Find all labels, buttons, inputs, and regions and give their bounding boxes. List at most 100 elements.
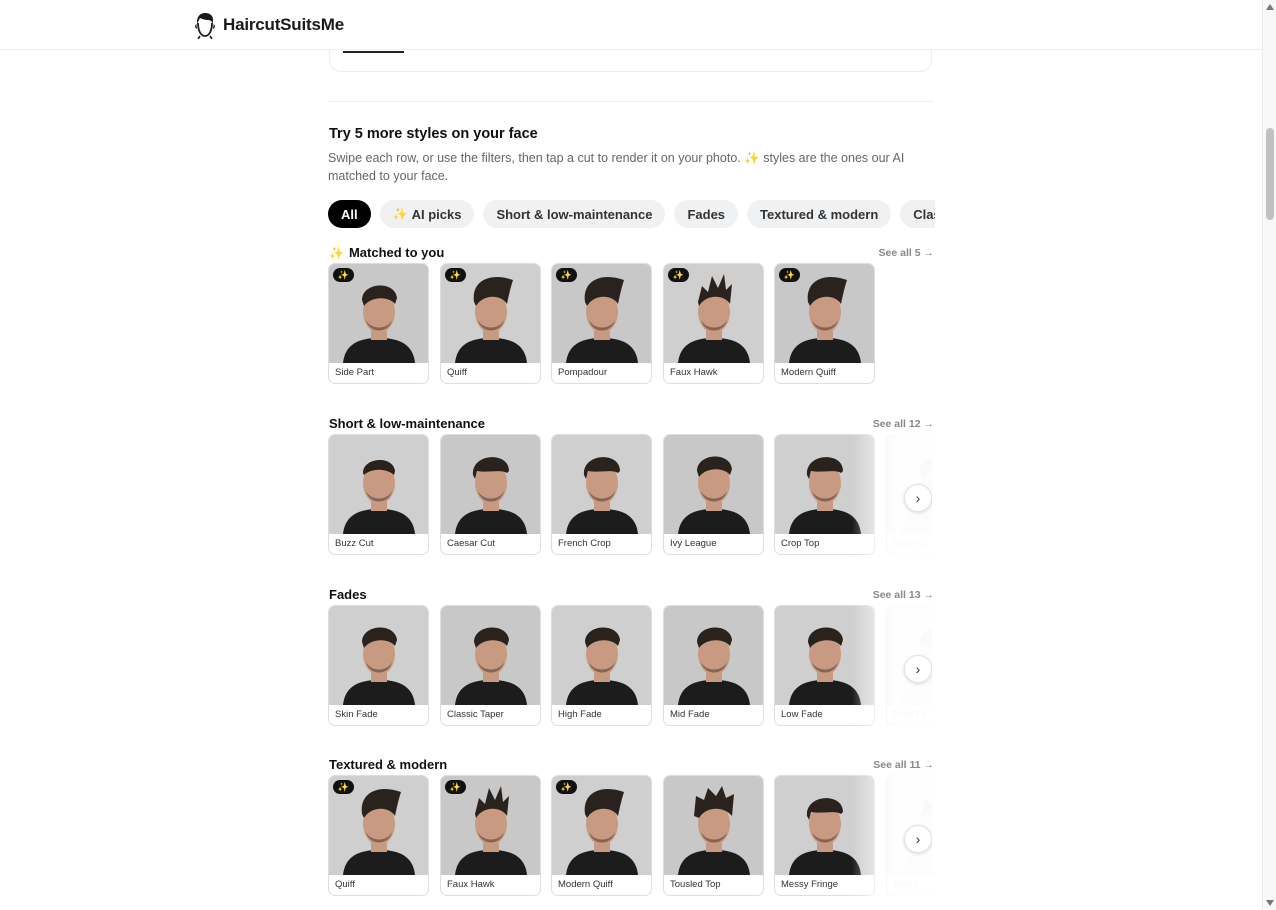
haircut-card-label: Modern Quiff — [558, 879, 613, 890]
filter-chip-ai-picks[interactable]: ✨ AI picks — [379, 200, 475, 228]
scrollbar[interactable] — [1262, 0, 1276, 910]
haircut-card-label: Tousled Top — [670, 879, 721, 890]
filter-chip-label: Short & low-maintenance — [496, 206, 653, 222]
style-row-matched-to-you: ✨ Matched to you See all 5 → ✨ Side Part ✨ Qui… — [328, 245, 934, 395]
haircut-card-mid-fade[interactable]: Mid Fade — [663, 605, 764, 726]
style-row-textured-and-modern: Textured & modern See all 11 → ✨ Quiff ✨ Faux… — [328, 757, 934, 907]
haircut-card-label: Pompadour — [558, 367, 608, 378]
haircut-photo — [664, 606, 763, 705]
haircut-photo — [552, 435, 651, 534]
section-heading: Try 5 more styles on your face — [329, 126, 538, 142]
row-header: ✨ Matched to you See all 5 → — [328, 245, 934, 265]
card-carousel: ✨ Quiff ✨ Faux Hawk ✨ Modern Quiff Tousled Top… — [328, 775, 932, 897]
scroll-thumb[interactable] — [1266, 128, 1274, 220]
section-divider — [328, 101, 934, 102]
ai-match-badge-icon: ✨ — [445, 780, 466, 794]
scroll-down-arrow-icon[interactable] — [1266, 900, 1274, 906]
filter-chip-label: Classic — [913, 206, 935, 222]
ai-match-badge-icon: ✨ — [333, 268, 354, 282]
sparkle-icon: ✨ — [392, 207, 408, 221]
scroll-up-arrow-icon[interactable] — [1266, 4, 1274, 10]
filter-chip-label: All — [341, 206, 358, 222]
haircut-card-label: Low Fade — [781, 709, 823, 720]
see-all-link[interactable]: See all 5 → — [879, 247, 934, 259]
haircut-card-label: French Crop — [558, 538, 611, 549]
haircut-photo — [552, 606, 651, 705]
ai-match-badge-icon: ✨ — [668, 268, 689, 282]
haircut-card-quiff[interactable]: ✨ Quiff — [440, 263, 541, 384]
filter-chip-fades[interactable]: Fades — [674, 200, 739, 228]
see-all-link[interactable]: See all 12 → — [873, 418, 934, 430]
haircut-photo — [441, 435, 540, 534]
man-face-icon — [195, 13, 215, 39]
haircut-card-skin-fade[interactable]: Skin Fade — [328, 605, 429, 726]
haircut-photo — [664, 776, 763, 875]
filter-chip-all[interactable]: All — [328, 200, 371, 228]
haircut-card-label: Side Part — [335, 367, 375, 378]
haircut-card-caesar-cut[interactable]: Caesar Cut — [440, 434, 541, 555]
row-title: ✨ Matched to you — [329, 245, 444, 260]
haircut-card-ivy-league[interactable]: Ivy League — [663, 434, 764, 555]
haircut-card-pompadour[interactable]: ✨ Pompadour — [551, 263, 652, 384]
top-bar: HaircutSuitsMe — [0, 0, 1262, 50]
ai-match-badge-icon: ✨ — [556, 268, 577, 282]
filter-chip-textured-and-modern[interactable]: Textured & modern — [747, 200, 892, 228]
haircut-card-buzz-cut[interactable]: Buzz Cut — [328, 434, 429, 555]
ai-match-badge-icon: ✨ — [556, 780, 577, 794]
filter-chips: All ✨ AI picks Short & low-maintenance Fades… — [328, 200, 935, 230]
haircut-card-label: Crop Top — [781, 538, 820, 549]
filter-chip-label: Textured & modern — [760, 206, 879, 222]
row-header: Textured & modern See all 11 → — [328, 757, 934, 777]
sparkle-icon: ✨ — [329, 245, 344, 260]
haircut-card-label: Buzz Cut — [335, 538, 374, 549]
ai-match-badge-icon: ✨ — [445, 268, 466, 282]
haircut-card-label: Modern Quiff — [781, 367, 836, 378]
haircut-card-label: Faux Hawk — [447, 879, 495, 890]
card-carousel: Skin Fade Classic Taper High Fade Mid Fade L… — [328, 605, 932, 727]
haircut-card-label: Skin Fade — [335, 709, 378, 720]
haircut-photo — [664, 435, 763, 534]
next-arrow-icon[interactable]: › — [904, 825, 932, 853]
haircut-card-label: Faux Hawk — [670, 367, 718, 378]
next-arrow-icon[interactable]: › — [904, 484, 932, 512]
see-all-link[interactable]: See all 11 → — [873, 759, 934, 771]
row-title: Short & low-maintenance — [329, 416, 485, 431]
haircut-card-label: Mid Fade — [670, 709, 710, 720]
haircut-card-label: Quiff — [335, 879, 355, 890]
row-title: Fades — [329, 587, 367, 602]
haircut-card-side-part[interactable]: ✨ Side Part — [328, 263, 429, 384]
haircut-card-label: Quiff — [447, 367, 467, 378]
card-carousel: ✨ Side Part ✨ Quiff ✨ Pompadour ✨ Faux Hawk ✨ Mod… — [328, 263, 932, 385]
haircut-card-faux-hawk[interactable]: ✨ Faux Hawk — [663, 263, 764, 384]
previous-card-underline — [343, 51, 404, 53]
haircut-card-quiff[interactable]: ✨ Quiff — [328, 775, 429, 896]
haircut-card-label: High Fade — [558, 709, 602, 720]
haircut-card-classic-taper[interactable]: Classic Taper — [440, 605, 541, 726]
style-row-fades: Fades See all 13 → Skin Fade Classic Taper H… — [328, 587, 934, 737]
row-header: Fades See all 13 → — [328, 587, 934, 607]
ai-match-badge-icon: ✨ — [779, 268, 800, 282]
haircut-card-label: Messy Fringe — [781, 879, 839, 890]
filter-chip-label: Fades — [687, 206, 726, 222]
row-title-text: Matched to you — [348, 245, 445, 260]
filter-chip-classic[interactable]: Classic — [900, 200, 935, 228]
brand-logo[interactable]: HaircutSuitsMe — [193, 11, 344, 39]
filter-chip-short-and-low-maintenance[interactable]: Short & low-maintenance — [483, 200, 666, 228]
next-arrow-icon[interactable]: › — [904, 655, 932, 683]
section-subtext: Swipe each row, or use the filters, then… — [328, 151, 905, 183]
haircut-card-modern-quiff[interactable]: ✨ Modern Quiff — [551, 775, 652, 896]
haircut-card-high-fade[interactable]: High Fade — [551, 605, 652, 726]
haircut-card-tousled-top[interactable]: Tousled Top — [663, 775, 764, 896]
ai-match-badge-icon: ✨ — [333, 780, 354, 794]
haircut-card-french-crop[interactable]: French Crop — [551, 434, 652, 555]
brand-name: HaircutSuitsMe — [223, 15, 344, 34]
style-row-short-and-low-maintenance: Short & low-maintenance See all 12 → Buzz … — [328, 416, 934, 566]
haircut-card-faux-hawk[interactable]: ✨ Faux Hawk — [440, 775, 541, 896]
card-carousel: Buzz Cut Caesar Cut French Crop Ivy League C… — [328, 434, 932, 556]
row-title: Textured & modern — [329, 757, 447, 772]
haircut-card-label: Caesar Cut — [447, 538, 496, 549]
haircut-card-modern-quiff[interactable]: ✨ Modern Quiff — [774, 263, 875, 384]
haircut-card-label: Classic Taper — [447, 709, 504, 720]
filter-chip-label: AI picks — [411, 206, 462, 222]
see-all-link[interactable]: See all 13 → — [873, 589, 934, 601]
